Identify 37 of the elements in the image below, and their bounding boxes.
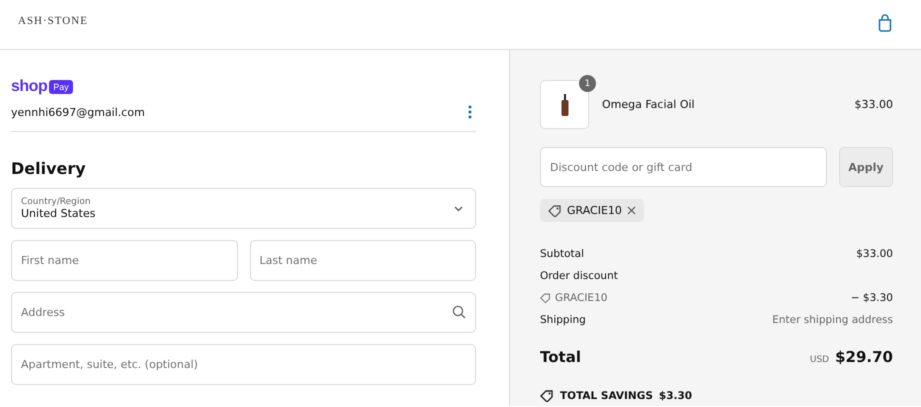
- input-field[interactable]: Apartment, suite, etc. (optional): [11, 344, 476, 385]
- tag-icon: [540, 293, 551, 303]
- summary-value: $33.00: [856, 248, 893, 260]
- summary-label-text: Order discount: [540, 270, 618, 282]
- wallet-logo-word: shop: [11, 78, 48, 96]
- summary-label-text: GRACIE10: [555, 292, 608, 304]
- address-field[interactable]: Address: [11, 292, 476, 333]
- discount-code: GRACIE10: [567, 204, 622, 217]
- quantity-badge: 1: [579, 75, 596, 92]
- total-label: Total: [540, 348, 581, 366]
- close-icon[interactable]: [626, 206, 636, 215]
- product-name: Omega Facial Oil: [602, 98, 696, 111]
- dropper-bottle-drawing: [560, 94, 568, 116]
- account-email: yennhi6697@gmail.com: [11, 106, 145, 118]
- section-heading: Delivery: [11, 159, 87, 178]
- apply-button[interactable]: Apply: [839, 147, 893, 187]
- input-field[interactable]: Last name: [250, 240, 476, 281]
- product-price: $33.00: [854, 98, 893, 111]
- brand-logo[interactable]: ASH·STONE: [18, 14, 88, 26]
- tag-icon: [540, 390, 554, 402]
- shopping-bag-icon[interactable]: [878, 14, 892, 32]
- savings-amount: $3.30: [658, 390, 692, 402]
- country-select[interactable]: Country/Region United States: [11, 188, 476, 229]
- chevron-down-icon: [454, 206, 463, 212]
- total-amount: $29.70: [835, 348, 893, 366]
- discount-field[interactable]: Discount code or gift card: [540, 147, 827, 187]
- wallet-badge: Pay: [49, 80, 73, 94]
- more-options-icon[interactable]: [468, 105, 472, 119]
- search-icon: [452, 305, 466, 319]
- savings-label: TOTAL SAVINGS: [560, 390, 653, 402]
- summary-label-text: Subtotal: [540, 248, 584, 260]
- input-field[interactable]: First name: [11, 240, 238, 281]
- summary-label-text: Shipping: [540, 314, 586, 326]
- currency-code: USD: [810, 355, 830, 365]
- tag-icon: [548, 204, 562, 216]
- summary-value: − $3.30: [850, 292, 893, 304]
- summary-value: Enter shipping address: [772, 314, 893, 326]
